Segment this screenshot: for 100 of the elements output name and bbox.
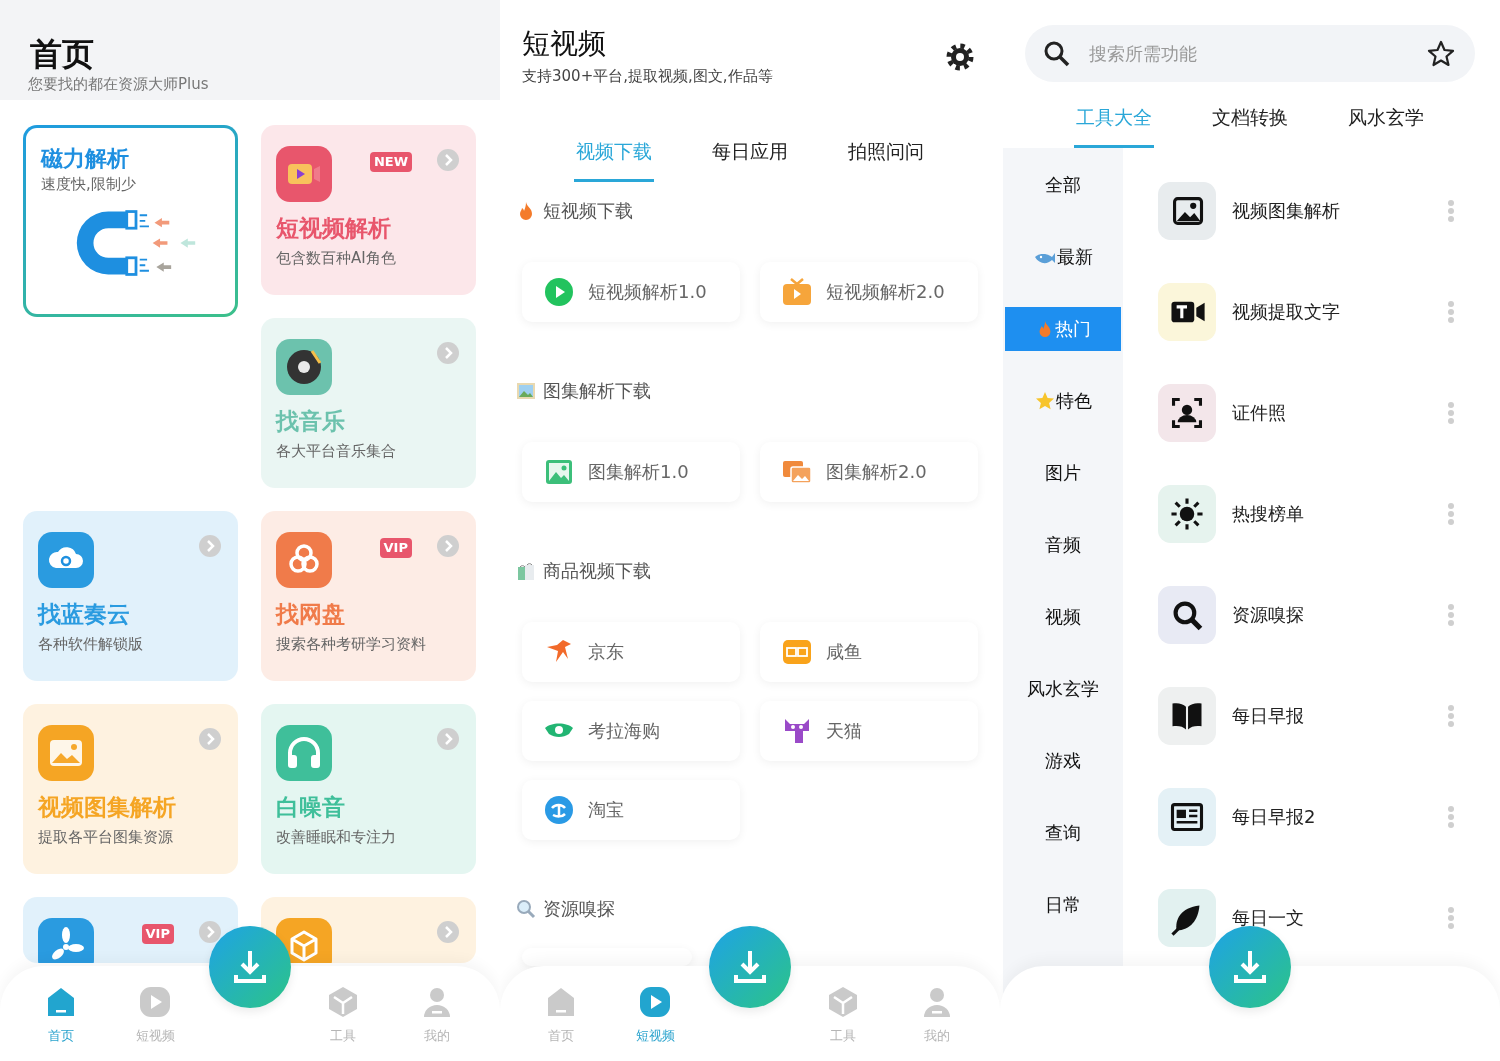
card-title: 找音乐: [276, 407, 346, 436]
search-icon: [516, 899, 536, 919]
video-camera-icon: [1158, 283, 1216, 341]
badge: VIP: [141, 924, 174, 944]
more-icon[interactable]: [1447, 603, 1455, 627]
more-icon[interactable]: [1447, 805, 1455, 829]
tab[interactable]: 每日应用: [710, 138, 790, 182]
category-item[interactable]: 最新: [1005, 235, 1121, 279]
swirl-icon: [544, 795, 574, 825]
link-card[interactable]: 咸鱼: [760, 622, 978, 682]
shopping-bags-icon: [516, 561, 536, 581]
feature-card[interactable]: 白噪音 改善睡眠和专注力: [261, 704, 476, 874]
page-title: 短视频: [522, 26, 607, 62]
play-icon: [138, 985, 172, 1019]
tv-icon: [782, 277, 812, 307]
card-subtitle: 改善睡眠和专注力: [276, 827, 397, 848]
section-title: 资源嗅探: [543, 897, 615, 921]
feature-card[interactable]: 找音乐 各大平台音乐集合: [261, 318, 476, 488]
tab[interactable]: 拍照问问: [846, 138, 926, 182]
play-icon: [638, 985, 672, 1019]
feature-card[interactable]: 找蓝奏云 各种软件解锁版: [23, 511, 238, 681]
link-card[interactable]: 图集解析2.0: [760, 442, 978, 502]
card-subtitle: 搜索各种考研学习资料: [276, 634, 427, 655]
badge: VIP: [379, 538, 412, 558]
category-item[interactable]: 日常: [1005, 883, 1121, 927]
more-icon[interactable]: [1447, 502, 1455, 526]
section-title: 短视频下载: [543, 199, 633, 223]
category-item[interactable]: 视频: [1005, 595, 1121, 639]
tool-name[interactable]: 每日一文: [1232, 906, 1447, 930]
card-title: 视频图集解析: [38, 793, 177, 822]
picture-icon: [516, 381, 536, 401]
tab[interactable]: 风水玄学: [1346, 104, 1426, 148]
page-title: 首页: [30, 34, 95, 74]
category-item[interactable]: 特色: [1005, 379, 1121, 423]
section-title: 图集解析下载: [543, 379, 651, 403]
more-icon[interactable]: [1447, 300, 1455, 324]
chevron-icon: [437, 342, 459, 364]
shop-icon: [782, 637, 812, 667]
more-icon[interactable]: [1447, 704, 1455, 728]
image-icon: [544, 457, 574, 487]
feature-card[interactable]: 视频图集解析 提取各平台图集资源: [23, 704, 238, 874]
search-input[interactable]: 搜索所需功能: [1087, 42, 1427, 65]
search-icon: [1158, 586, 1216, 644]
tool-name[interactable]: 热搜榜单: [1232, 502, 1447, 526]
tab[interactable]: 文档转换: [1210, 104, 1290, 148]
play-icon: [544, 277, 574, 307]
category-item[interactable]: 图片: [1005, 451, 1121, 495]
more-icon[interactable]: [1447, 199, 1455, 223]
cube-icon: [826, 985, 860, 1019]
card-subtitle: 提取各平台图集资源: [38, 827, 174, 848]
page-subtitle: 您要找的都在资源大师Plus: [28, 74, 210, 94]
chevron-icon: [437, 535, 459, 557]
cube-icon: [326, 985, 360, 1019]
tool-name[interactable]: 视频图集解析: [1232, 199, 1447, 223]
cat-head-icon: [782, 716, 812, 746]
card-subtitle: 速度快,限制少: [41, 174, 137, 194]
chevron-icon: [199, 535, 221, 557]
tool-name[interactable]: 资源嗅探: [1232, 603, 1447, 627]
more-icon[interactable]: [1447, 401, 1455, 425]
feature-card[interactable]: VIP 找网盘 搜索各种考研学习资料: [261, 511, 476, 681]
download-button[interactable]: [209, 926, 291, 1008]
star-icon[interactable]: [1427, 39, 1455, 68]
chevron-icon: [437, 921, 459, 943]
category-item[interactable]: 游戏: [1005, 739, 1121, 783]
tool-name[interactable]: 每日早报2: [1232, 805, 1447, 829]
page-subtitle: 支持300+平台,提取视频,图文,作品等: [522, 66, 773, 87]
card-subtitle: 包含数百种AI角色: [276, 248, 397, 269]
category-item[interactable]: 风水玄学: [1005, 667, 1121, 711]
link-card[interactable]: 京东: [522, 622, 740, 682]
card-subtitle: 各大平台音乐集合: [276, 441, 397, 462]
feature-card[interactable]: 磁力解析 速度快,限制少: [23, 125, 238, 317]
search-field[interactable]: 搜索所需功能: [1025, 25, 1475, 82]
sun-icon: [1158, 485, 1216, 543]
more-icon[interactable]: [1447, 906, 1455, 930]
tool-name[interactable]: 视频提取文字: [1232, 300, 1447, 324]
leaf-icon: [1158, 889, 1216, 947]
category-item[interactable]: 全部: [1005, 163, 1121, 207]
tool-name[interactable]: 证件照: [1232, 401, 1447, 425]
feature-card[interactable]: NEW 短视频解析 包含数百种AI角色: [261, 125, 476, 295]
link-card[interactable]: 图集解析1.0: [522, 442, 740, 502]
link-card[interactable]: 考拉海购: [522, 701, 740, 761]
search-icon: [1043, 39, 1071, 68]
link-card[interactable]: 短视频解析2.0: [760, 262, 978, 322]
card-title: 白噪音: [276, 793, 346, 822]
card-title: 磁力解析: [41, 145, 130, 173]
image-icon: [1158, 182, 1216, 240]
link-card[interactable]: 天猫: [760, 701, 978, 761]
newspaper-icon: [1158, 788, 1216, 846]
link-card[interactable]: 淘宝: [522, 780, 740, 840]
card-subtitle: 各种软件解锁版: [38, 634, 144, 655]
card-title: 短视频解析: [276, 214, 392, 243]
book-icon: [1158, 687, 1216, 745]
link-card[interactable]: 短视频解析1.0: [522, 262, 740, 322]
settings-icon[interactable]: [946, 42, 974, 71]
card-title: 找网盘: [276, 600, 346, 629]
star-icon: [1034, 391, 1055, 411]
tool-name[interactable]: 每日早报: [1232, 704, 1447, 728]
category-item[interactable]: 查询: [1005, 811, 1121, 855]
category-item[interactable]: 热门: [1005, 307, 1121, 351]
category-item[interactable]: 音频: [1005, 523, 1121, 567]
